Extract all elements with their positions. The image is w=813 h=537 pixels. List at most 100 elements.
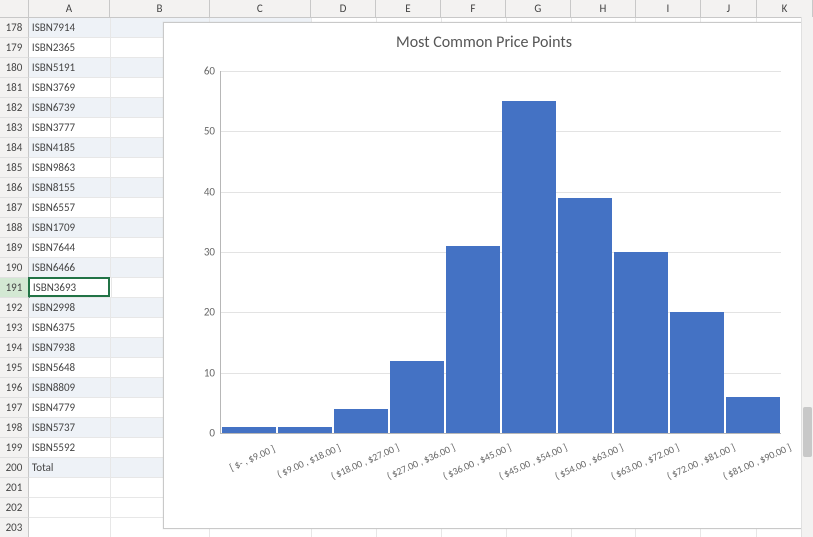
col-header-A[interactable]: A [29,0,111,17]
row-header[interactable]: 197 [0,398,29,418]
col-header-D[interactable]: D [311,0,376,17]
chart-bar[interactable] [502,101,556,433]
chart-y-tick: 0 [175,427,221,440]
cell[interactable]: ISBN7938 [29,338,111,358]
cell[interactable]: ISBN6739 [29,98,111,118]
chart-bar[interactable] [278,427,332,433]
row-header[interactable]: 201 [0,478,29,498]
chart-x-tick-slot: ( $36.00 , $45.00 ] [444,437,500,517]
chart-x-tick-label: ( $81.00 , $90.00 ] [721,441,793,483]
chart-bar[interactable] [670,312,724,433]
chart-bar[interactable] [222,427,276,433]
cell[interactable]: ISBN3777 [29,118,111,138]
cell[interactable]: ISBN4185 [29,138,111,158]
col-header-E[interactable]: E [376,0,441,17]
cell[interactable]: ISBN5648 [29,358,111,378]
scrollbar-thumb[interactable] [803,407,812,457]
row-header[interactable]: 202 [0,498,29,518]
chart-bar[interactable] [334,409,388,433]
cell[interactable]: ISBN5737 [29,418,111,438]
chart-bars [221,71,781,433]
chart-title: Most Common Price Points [164,33,804,52]
cell[interactable]: ISBN6557 [29,198,111,218]
cell[interactable]: ISBN8155 [29,178,111,198]
chart-y-tick: 40 [175,185,221,198]
row-header[interactable]: 179 [0,38,29,58]
chart-x-tick-slot: ( $9.00 , $18.00 ] [276,437,332,517]
row-header[interactable]: 178 [0,18,29,38]
cell[interactable]: ISBN7914 [29,18,111,38]
row-header[interactable]: 192 [0,298,29,318]
cell[interactable]: ISBN5592 [29,438,111,458]
row-header[interactable]: 188 [0,218,29,238]
chart-y-tick: 50 [175,125,221,138]
row-header[interactable]: 190 [0,258,29,278]
row-header[interactable]: 186 [0,178,29,198]
chart-bar-slot [277,71,333,433]
cell[interactable] [29,478,111,498]
col-header-B[interactable]: B [110,0,209,17]
cell[interactable]: ISBN5191 [29,58,111,78]
row-header[interactable]: 180 [0,58,29,78]
chart-x-tick-slot: ( $18.00 , $27.00 ] [332,437,388,517]
cell[interactable] [29,518,111,537]
row-header[interactable]: 183 [0,118,29,138]
row-header[interactable]: 182 [0,98,29,118]
row-header[interactable]: 195 [0,358,29,378]
chart-bar-slot [501,71,557,433]
chart-bar-slot [445,71,501,433]
chart-x-axis-labels: [ $- , $9.00 ]( $9.00 , $18.00 ]( $18.00… [220,437,780,517]
spreadsheet-viewport: A B C D E F G H I J K 178ISBN7914$67.96$… [0,0,813,537]
chart-bar[interactable] [614,252,668,433]
chart-bar[interactable] [390,361,444,433]
cell[interactable]: ISBN6466 [29,258,111,278]
cell[interactable]: ISBN8809 [29,378,111,398]
col-header-C[interactable]: C [210,0,311,17]
col-header-J[interactable]: J [701,0,757,17]
select-all-corner[interactable] [0,0,29,17]
cell[interactable]: ISBN3693 [30,278,112,298]
chart-x-tick-slot: [ $- , $9.00 ] [220,437,276,517]
row-header[interactable]: 198 [0,418,29,438]
row-header[interactable]: 194 [0,338,29,358]
chart-container[interactable]: Most Common Price Points 0102030405060 [… [163,22,805,529]
chart-x-tick-slot: ( $63.00 , $72.00 ] [612,437,668,517]
chart-plot-area[interactable]: 0102030405060 [220,71,781,434]
row-header[interactable]: 199 [0,438,29,458]
cell[interactable]: ISBN1709 [29,218,111,238]
chart-bar[interactable] [726,397,780,433]
row-header[interactable]: 181 [0,78,29,98]
cell[interactable]: ISBN7644 [29,238,111,258]
cell[interactable]: ISBN2998 [29,298,111,318]
cell[interactable]: ISBN4779 [29,398,111,418]
row-header[interactable]: 196 [0,378,29,398]
col-header-I[interactable]: I [636,0,701,17]
cell[interactable] [29,498,111,518]
cell[interactable]: ISBN6375 [29,318,111,338]
col-header-G[interactable]: G [506,0,571,17]
cell[interactable]: ISBN2365 [29,38,111,58]
chart-bar[interactable] [558,198,612,433]
chart-bar[interactable] [446,246,500,433]
chart-x-tick-slot: ( $54.00 , $63.00 ] [556,437,612,517]
col-header-H[interactable]: H [571,0,636,17]
row-header[interactable]: 189 [0,238,29,258]
cell[interactable]: Total [29,458,111,478]
col-header-K[interactable]: K [757,0,813,17]
chart-bar-slot [221,71,277,433]
row-header[interactable]: 187 [0,198,29,218]
cell[interactable]: ISBN9863 [29,158,111,178]
row-header[interactable]: 193 [0,318,29,338]
row-header[interactable]: 191 [0,278,30,298]
chart-y-tick: 20 [175,306,221,319]
chart-bar-slot [389,71,445,433]
chart-x-tick-label: [ $- , $9.00 ] [227,442,277,474]
vertical-scrollbar[interactable] [801,17,813,537]
col-header-F[interactable]: F [441,0,506,17]
row-header[interactable]: 185 [0,158,29,178]
cell[interactable]: ISBN3769 [29,78,111,98]
row-header[interactable]: 184 [0,138,29,158]
row-header[interactable]: 203 [0,518,29,537]
row-header[interactable]: 200 [0,458,29,478]
chart-x-tick-slot: ( $72.00 , $81.00 ] [668,437,724,517]
